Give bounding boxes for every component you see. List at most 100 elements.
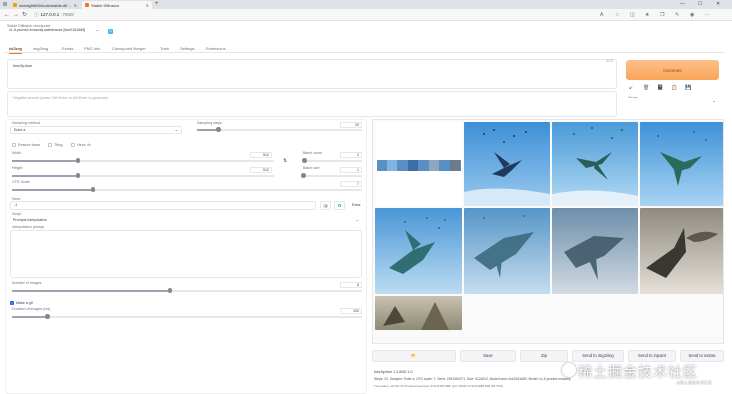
generate-button[interactable]: Generate: [626, 60, 719, 80]
number-of-images-input[interactable]: 8: [340, 282, 362, 288]
back-icon[interactable]: ←: [4, 11, 10, 19]
batch-size-slider[interactable]: [301, 173, 362, 178]
url-host: 127.0.0.1: [40, 12, 60, 17]
cfg-scale-input[interactable]: 7: [340, 181, 362, 187]
reuse-seed-icon[interactable]: ♻: [334, 201, 345, 210]
height-slider[interactable]: [12, 173, 274, 178]
save-style-icon[interactable]: 💾: [685, 85, 691, 91]
send-to-img2img-button[interactable]: Send to img2img: [572, 350, 624, 362]
tab-img2img[interactable]: img2img: [33, 46, 48, 51]
collections-icon[interactable]: ❐: [660, 12, 664, 18]
send-to-inpaint-button[interactable]: Send to inpaint: [628, 350, 676, 362]
batch-size-label: Batch size: [303, 166, 320, 170]
more-icon[interactable]: ⋯: [705, 12, 710, 18]
hires-fix-checkbox[interactable]: [71, 143, 75, 147]
slider-knob[interactable]: [167, 288, 172, 293]
tab-extras[interactable]: Extras: [62, 46, 73, 51]
gallery-image[interactable]: [375, 296, 462, 330]
tab-checkpoint-merger[interactable]: Checkpoint Merger: [112, 46, 146, 51]
forward-icon[interactable]: →: [13, 11, 19, 19]
send-to-extras-button[interactable]: Send to extras: [680, 350, 724, 362]
refresh-checkpoint-icon[interactable]: ↻: [108, 29, 113, 34]
slider-knob[interactable]: [301, 173, 306, 178]
gallery-image[interactable]: [375, 208, 462, 294]
script-select[interactable]: Prompts interpolation ⌄: [10, 217, 362, 224]
browser-tab-label: Stable Diffusion: [91, 2, 119, 8]
styles-select[interactable]: ⌄: [626, 98, 719, 104]
apply-style-icon[interactable]: 📋: [671, 85, 677, 91]
random-seed-icon[interactable]: 🎲: [320, 201, 331, 210]
batch-count-input[interactable]: 2: [340, 152, 362, 158]
width-input[interactable]: 512: [250, 152, 272, 158]
sampling-steps-slider[interactable]: [197, 127, 362, 132]
slider-knob[interactable]: [90, 187, 95, 192]
extensions-icon[interactable]: ✎: [675, 12, 679, 18]
sampling-method-select[interactable]: Euler a ⌄: [10, 126, 182, 134]
cfg-scale-slider[interactable]: [12, 187, 362, 192]
slider-knob[interactable]: [75, 173, 80, 178]
gallery-grid-image[interactable]: [375, 122, 462, 206]
close-tab-icon[interactable]: ✕: [74, 3, 77, 8]
tiling-label: Tiling: [54, 143, 63, 147]
image-gallery: [372, 119, 724, 344]
new-tab-button[interactable]: +: [155, 1, 159, 8]
read-params-icon[interactable]: ↙: [629, 85, 633, 91]
swap-dimensions-icon[interactable]: ⇅: [283, 158, 287, 164]
number-of-images-slider[interactable]: [12, 288, 362, 293]
window-menu-icon[interactable]: [3, 2, 7, 6]
painted-bird-image: [646, 228, 718, 278]
checkpoint-select[interactable]: v1-5-pruned-emaonly.safetensors [6ce0161…: [6, 27, 102, 34]
slider-knob[interactable]: [302, 158, 307, 163]
batch-size-input[interactable]: 1: [340, 167, 362, 173]
browser-tab-github[interactable]: midnightM3r0ode/stable-diffusio... ✕: [10, 1, 80, 9]
gallery-image[interactable]: [640, 208, 723, 294]
gallery-image[interactable]: [552, 208, 638, 294]
gallery-image[interactable]: [464, 208, 550, 294]
sampling-steps-label: Sampling steps: [197, 121, 222, 125]
batch-count-slider[interactable]: [302, 158, 362, 163]
reload-icon[interactable]: ↻: [22, 11, 27, 19]
split-screen-icon[interactable]: ◫: [630, 12, 635, 18]
prompt-textarea[interactable]: bird,fly,blue 5/75: [7, 59, 617, 89]
width-slider[interactable]: [12, 158, 274, 163]
close-tab-icon[interactable]: ✕: [146, 3, 149, 8]
tab-train[interactable]: Train: [160, 46, 169, 51]
favorites-bar-icon[interactable]: ★: [645, 12, 649, 18]
tab-png-info[interactable]: PNG Info: [84, 46, 100, 51]
bird-image: [552, 127, 638, 206]
restore-faces-checkbox[interactable]: [12, 143, 16, 147]
gallery-image[interactable]: [640, 122, 723, 206]
save-button[interactable]: Save: [460, 350, 516, 362]
extra-networks-icon[interactable]: 📓: [657, 85, 663, 91]
slider-knob[interactable]: [45, 314, 50, 319]
height-input[interactable]: 512: [250, 167, 272, 173]
profile-icon[interactable]: ◉: [690, 12, 694, 18]
browser-tab-stable-diffusion[interactable]: Stable Diffusion ✕: [82, 1, 152, 9]
close-window-icon[interactable]: ✕: [716, 1, 720, 7]
tab-settings[interactable]: Settings: [180, 46, 194, 51]
slider-knob[interactable]: [216, 127, 221, 132]
bird-image: [389, 217, 446, 274]
gallery-image[interactable]: [552, 122, 638, 206]
zip-button[interactable]: Zip: [520, 350, 568, 362]
negative-prompt-textarea[interactable]: Negative prompt (press Ctrl+Enter or Alt…: [7, 91, 617, 117]
extra-seed-toggle[interactable]: Extra: [352, 203, 360, 207]
gif-duration-slider[interactable]: [12, 314, 362, 319]
url-field[interactable]: ⓘ 127.0.0.1:7860/: [34, 11, 204, 19]
gif-duration-input[interactable]: 100: [340, 308, 362, 314]
interpolation-prompt-textarea[interactable]: [10, 230, 362, 278]
webui-page: Stable Diffusion checkpoint v1-5-pruned-…: [0, 21, 732, 394]
favorite-icon[interactable]: ☆: [615, 12, 619, 18]
open-folder-button[interactable]: 📂: [372, 350, 456, 362]
sampling-steps-input[interactable]: 20: [340, 122, 362, 128]
seed-input[interactable]: -1: [10, 201, 316, 210]
trash-icon[interactable]: 🗑: [643, 85, 649, 91]
tiling-checkbox[interactable]: [48, 143, 52, 147]
make-gif-checkbox[interactable]: ✓: [10, 301, 14, 305]
gallery-image[interactable]: [464, 122, 550, 206]
tab-extensions[interactable]: Extensions: [206, 46, 226, 51]
read-aloud-icon[interactable]: A: [600, 12, 603, 18]
slider-knob[interactable]: [75, 158, 80, 163]
maximize-icon[interactable]: ☐: [698, 1, 702, 7]
minimize-icon[interactable]: —: [680, 1, 685, 7]
